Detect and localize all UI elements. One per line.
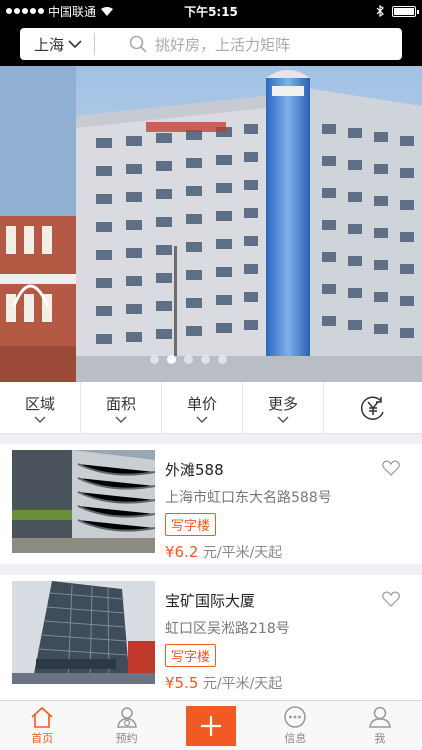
tab-profile[interactable]: 我	[338, 701, 422, 750]
wifi-icon	[101, 6, 114, 16]
banner-pager	[150, 355, 227, 364]
chevron-down-icon	[68, 39, 82, 48]
filter-label: 面积	[105, 394, 136, 413]
filter-label: 单价	[186, 394, 217, 413]
message-icon	[284, 706, 307, 728]
listing-info: 宝矿国际大厦 虹口区吴淞路218号 写字楼 ¥5.5 元/平米/天起	[155, 581, 422, 695]
tab-label: 预约	[115, 732, 138, 745]
profile-icon	[368, 706, 391, 728]
search-icon	[129, 35, 147, 53]
bluetooth-icon	[376, 5, 384, 17]
home-icon	[31, 706, 53, 728]
currency-toggle-button[interactable]	[324, 382, 422, 433]
heart-icon[interactable]	[382, 591, 400, 607]
price-value: ¥6.2	[165, 543, 199, 561]
pager-dot[interactable]	[201, 355, 210, 364]
listing-price: ¥5.5 元/平米/天起	[165, 673, 422, 693]
listing-address: 上海市虹口东大名路588号	[165, 490, 332, 506]
status-bar: 中国联通 下午5:15	[0, 0, 422, 22]
banner-carousel[interactable]	[0, 66, 422, 382]
tab-appointment[interactable]: 预约	[84, 701, 168, 750]
filter-size[interactable]: 面积	[81, 382, 162, 433]
filter-more[interactable]: 更多	[243, 382, 324, 433]
tab-home[interactable]: 首页	[0, 701, 84, 750]
listing-separator	[0, 564, 422, 575]
publish-button[interactable]	[186, 705, 237, 746]
city-selector[interactable]: 上海	[20, 33, 96, 55]
listing-address: 虹口区吴淞路218号	[165, 621, 290, 637]
listing-card[interactable]: 外滩588 上海市虹口东大名路588号 写字楼 ¥6.2 元/平米/天起	[0, 444, 422, 564]
listing-price: ¥6.2 元/平米/天起	[165, 542, 422, 562]
listing-info: 外滩588 上海市虹口东大名路588号 写字楼 ¥6.2 元/平米/天起	[155, 450, 422, 564]
search-input[interactable]: 挑好房，上活力矩阵	[95, 34, 290, 55]
section-gap	[0, 434, 422, 444]
yen-swap-icon	[360, 396, 384, 420]
listing-type-badge: 写字楼	[165, 644, 217, 667]
signal-icon	[6, 8, 44, 14]
tab-label: 我	[374, 732, 386, 745]
tab-label: 首页	[31, 732, 54, 745]
listing-type-badge: 写字楼	[165, 513, 217, 536]
appointment-icon	[116, 707, 137, 728]
tab-messages[interactable]: 信息	[253, 701, 337, 750]
listing-card[interactable]: 宝矿国际大厦 虹口区吴淞路218号 写字楼 ¥5.5 元/平米/天起	[0, 575, 422, 695]
city-label: 上海	[34, 35, 65, 54]
filter-bar: 区域 面积 单价 更多	[0, 382, 422, 434]
pager-dot[interactable]	[218, 355, 227, 364]
plus-icon	[201, 715, 222, 736]
chevron-down-icon	[34, 416, 46, 423]
tab-label: 信息	[284, 732, 307, 745]
filter-label: 区域	[24, 394, 55, 413]
chevron-down-icon	[115, 416, 127, 423]
header: 上海 挑好房，上活力矩阵	[0, 22, 422, 66]
search-placeholder-text: 挑好房，上活力矩阵	[155, 35, 291, 54]
filter-label: 更多	[267, 394, 298, 413]
banner-slide-previous[interactable]	[0, 66, 76, 382]
pager-dot[interactable]	[184, 355, 193, 364]
banner-slide-current[interactable]	[76, 66, 422, 382]
tab-publish[interactable]	[169, 701, 253, 750]
price-unit: 元/平米/天起	[202, 545, 283, 561]
price-value: ¥5.5	[165, 674, 199, 692]
listing-thumbnail	[12, 581, 155, 684]
filter-area-district[interactable]: 区域	[0, 382, 81, 433]
pager-dot[interactable]	[150, 355, 159, 364]
heart-icon[interactable]	[382, 460, 400, 476]
listing-thumbnail	[12, 450, 155, 553]
carrier-label: 中国联通	[48, 4, 97, 19]
tab-bar: 首页 预约 信息 我	[0, 700, 422, 750]
chevron-down-icon	[277, 416, 289, 423]
chevron-down-icon	[196, 416, 208, 423]
search-bar: 上海 挑好房，上活力矩阵	[20, 28, 402, 60]
filter-unit-price[interactable]: 单价	[162, 382, 243, 433]
pager-dot[interactable]	[167, 355, 176, 364]
price-unit: 元/平米/天起	[202, 676, 283, 692]
battery-icon	[392, 5, 419, 17]
